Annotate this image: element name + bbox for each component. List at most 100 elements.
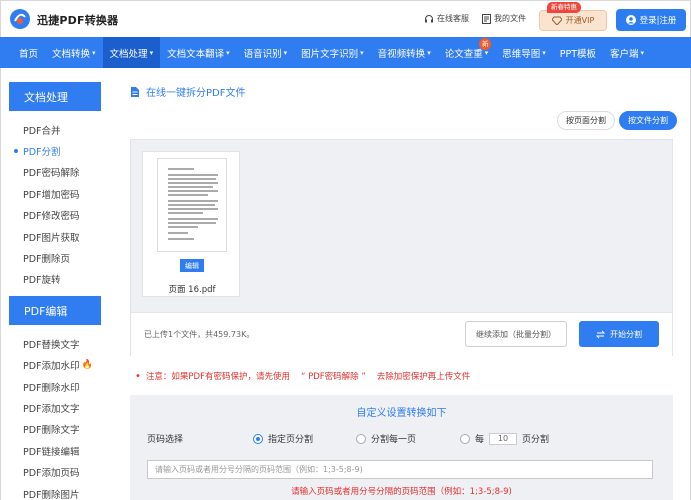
sidebar-item-label: PDF删除水印 [23, 382, 80, 394]
brand-name[interactable]: 迅捷PDF转换器 [37, 12, 118, 28]
radio-every-n-pages[interactable]: 每 10 页分割 [460, 432, 549, 445]
page-preview-image [168, 168, 218, 240]
file-card[interactable]: 编辑 页面 16.pdf [142, 151, 240, 297]
sidebar-item[interactable]: PDF密码解除 [1, 162, 112, 183]
nav-item-6[interactable]: 音视频转换 ▾ [371, 37, 438, 68]
top-header: 迅捷PDF转换器 在线客服 我的文件 开通VIP 新春特惠 登录|注册 [0, 0, 691, 37]
file-icon [131, 86, 139, 97]
sidebar-item[interactable]: PDF修改密码 [1, 205, 112, 226]
sidebar-list-pdf-edit: PDF替换文字 PDF添加水印 🔥 PDF删除水印 PDF添加文字 PDF删除文字 PDF链… [1, 333, 112, 500]
custom-settings-panel: 自定义设置转换如下 页码选择 指定页分割 分割每一页 每 10 页分割 请输入页… [130, 395, 673, 500]
vip-promo-badge: 新春特惠 [547, 2, 581, 13]
radio-each-label: 分割每一页 [371, 435, 417, 445]
radio-specified-label: 指定页分割 [268, 435, 314, 445]
customer-service-link[interactable]: 在线客服 [424, 13, 469, 24]
sidebar-item[interactable]: PDF替换文字 [1, 333, 112, 354]
nav-item-4[interactable]: 语音识别 ▾ [237, 37, 295, 68]
split-by-page-button[interactable]: 按页面分割 [557, 111, 615, 130]
nav-item-label: 文档转换 [52, 48, 91, 60]
nav-item-2[interactable]: 文档处理 ▾ [102, 37, 161, 68]
sidebar-item[interactable]: PDF增加密码 [1, 183, 112, 204]
sidebar-item-label: PDF分割 [23, 147, 61, 159]
user-icon [625, 15, 636, 25]
hot-fire-icon: 🔥 [81, 360, 93, 371]
nav-item-label: 语音识别 [243, 48, 282, 60]
file-name: 页面 16.pdf [168, 285, 216, 295]
sidebar-item[interactable]: PDF删除页 [1, 247, 112, 268]
nav-item-7[interactable]: 论文查重 ▾ 新 [438, 37, 496, 68]
nav-item-label: 文档文本翻译 [167, 48, 225, 60]
upload-info: 已上传1个文件，共459.73K。 [144, 330, 255, 339]
nav-item-9[interactable]: PPT模板 [553, 37, 603, 68]
radio-specified-pages[interactable]: 指定页分割 [253, 432, 313, 445]
headset-icon [425, 14, 433, 22]
my-files-link[interactable]: 我的文件 [482, 13, 526, 24]
edit-file-button[interactable]: 编辑 [180, 259, 204, 272]
page-title-text: 在线一键拆分PDF文件 [146, 88, 246, 99]
split-mode-toggle: 按页面分割 按文件分割 [557, 111, 677, 130]
settings-title: 自定义设置转换如下 [356, 408, 447, 419]
bullet-icon: • [135, 370, 141, 382]
radio-checked-icon [253, 433, 263, 444]
main-nav: 首页 文档转换 ▾ 文档处理 ▾ 文档文本翻译 ▾ 语音识别 ▾ 图片文字识别 ▾ 音视频转换 ▾ 论文查… [0, 37, 691, 68]
radio-unchecked-icon [356, 433, 366, 444]
radio-every-suffix: 页分割 [522, 435, 550, 445]
sidebar-item[interactable]: PDF添加水印 🔥 [1, 355, 112, 376]
nav-item-label: 首页 [19, 48, 39, 60]
sidebar-section-document-processing[interactable]: 文档处理 [9, 82, 101, 111]
nav-item-10[interactable]: 客户端 ▾ [603, 37, 651, 68]
page-select-label: 页码选择 [147, 435, 184, 445]
vip-button[interactable]: 开通VIP [539, 10, 607, 31]
nav-item-label: 文档处理 [109, 48, 148, 60]
sidebar-item[interactable]: PDF链接编辑 [1, 440, 112, 461]
password-notice: • 注意：如果PDF有密码保护，请先使用 “ PDF密码解除 ” 去除加密保护再… [135, 370, 471, 383]
sidebar-item-label: PDF删除文字 [23, 425, 80, 437]
chevron-down-icon: ▾ [149, 48, 154, 57]
sidebar-item[interactable]: PDF旋转 [1, 269, 112, 290]
sidebar-item[interactable]: PDF删除水印 [1, 376, 112, 397]
sidebar-item-label: PDF图片获取 [23, 232, 80, 244]
nav-item-5[interactable]: 图片文字识别 ▾ [294, 37, 371, 68]
sidebar-item[interactable]: PDF图片获取 [1, 226, 112, 247]
sidebar-item[interactable]: PDF删除图片 [1, 483, 112, 500]
page-title: 在线一键拆分PDF文件 [131, 84, 245, 99]
radio-unchecked-icon [460, 433, 470, 444]
sidebar-item[interactable]: PDF删除文字 [1, 419, 112, 440]
start-split-label: 开始分割 [610, 329, 642, 339]
sidebar-item-label: PDF密码解除 [23, 168, 80, 180]
sidebar-item[interactable]: PDF添加文字 [1, 397, 112, 418]
chevron-down-icon: ▾ [427, 48, 431, 57]
login-register-label: 登录|注册 [639, 16, 677, 26]
app-logo-icon[interactable] [9, 8, 31, 30]
split-by-file-button[interactable]: 按文件分割 [619, 111, 677, 130]
main-content: 在线一键拆分PDF文件 按页面分割 按文件分割 编辑 页面 16.pdf 已上传… [112, 68, 691, 500]
pdf-thumbnail [157, 158, 227, 252]
sidebar-item[interactable]: PDF合并 [1, 119, 112, 140]
upload-area[interactable]: 编辑 页面 16.pdf 已上传1个文件，共459.73K。 继续添加（批量分割… [130, 139, 673, 356]
pages-per-split-input[interactable]: 10 [489, 432, 518, 445]
chevron-down-icon: ▾ [360, 48, 364, 57]
vip-label: 开通VIP [565, 16, 595, 25]
notice-suffix: 去除加密保护再上传文件 [376, 372, 471, 382]
nav-item-8[interactable]: 思维导图 ▾ [495, 37, 553, 68]
login-register-button[interactable]: 登录|注册 [616, 9, 686, 31]
sidebar-section-pdf-edit[interactable]: PDF编辑 [9, 296, 101, 326]
password-remove-link[interactable]: “ PDF密码解除 ” [301, 370, 366, 382]
nav-item-label: 思维导图 [502, 48, 541, 60]
customer-service-label: 在线客服 [437, 14, 469, 23]
sidebar-item[interactable]: PDF添加页码 [1, 461, 112, 482]
chevron-down-icon: ▾ [226, 48, 230, 57]
add-more-button[interactable]: 继续添加（批量分割） [465, 321, 567, 347]
sidebar: 文档处理 PDF合并 PDF分割 PDF密码解除 PDF增加密码 PDF修改密码 PDF图… [0, 68, 112, 500]
sidebar-item-label: PDF删除页 [23, 254, 71, 266]
sidebar-item-label: PDF添加页码 [23, 468, 80, 480]
nav-item-3[interactable]: 文档文本翻译 ▾ [160, 37, 237, 68]
radio-each-page[interactable]: 分割每一页 [356, 432, 416, 445]
nav-item-label: 图片文字识别 [301, 48, 359, 60]
sidebar-item[interactable]: PDF分割 [1, 140, 112, 161]
nav-item-label: 音视频转换 [377, 48, 426, 60]
start-split-button[interactable]: 开始分割 [579, 321, 659, 347]
nav-item-0[interactable]: 首页 [12, 37, 45, 68]
page-range-input[interactable]: 请输入页码或者用分号分隔的页码范围（例如：1;3-5;8-9) [147, 460, 653, 479]
nav-item-1[interactable]: 文档转换 ▾ [45, 37, 103, 68]
